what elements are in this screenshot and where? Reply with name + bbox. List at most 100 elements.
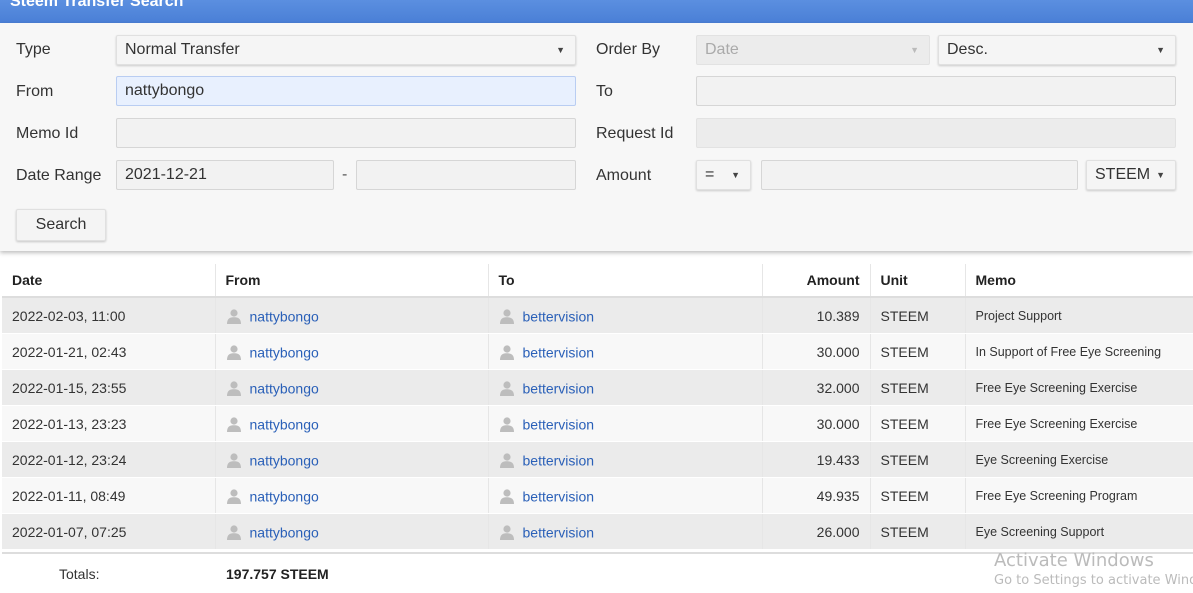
results-table: Date From To Amount Unit Memo 2022-02-03… — [2, 264, 1193, 550]
from-account-link[interactable]: nattybongo — [250, 344, 319, 360]
watermark-title: Activate Windows — [994, 550, 1154, 571]
caret-down-icon: ▼ — [1156, 170, 1165, 180]
caret-down-icon: ▼ — [910, 45, 919, 55]
cell-amount: 49.935 — [761, 477, 870, 514]
col-header-to[interactable]: To — [487, 264, 762, 298]
table-row: 2022-01-11, 08:49 nattybongo bettervision 4… — [2, 477, 1193, 514]
order-by-label: Order By — [596, 41, 661, 58]
type-select-value: Normal Transfer — [125, 41, 240, 58]
from-account-link[interactable]: nattybongo — [250, 416, 319, 432]
cell-to: bettervision — [487, 441, 762, 478]
cell-date: 2022-01-11, 08:49 — [2, 477, 215, 514]
col-header-amount[interactable]: Amount — [761, 264, 870, 298]
request-id-label: Request Id — [596, 125, 674, 142]
search-button[interactable]: Search — [16, 209, 106, 241]
unit-select[interactable]: STEEM ▼ — [1086, 160, 1176, 190]
memo-id-input[interactable] — [116, 118, 576, 148]
amount-operator-value: = — [705, 166, 715, 183]
col-header-unit[interactable]: Unit — [869, 264, 965, 298]
amount-operator-select[interactable]: = ▼ — [696, 160, 751, 190]
cell-from: nattybongo — [214, 369, 488, 406]
table-row: 2022-01-15, 23:55 nattybongo bettervision 3… — [2, 369, 1193, 406]
title-bar: Steem Transfer Search — [0, 0, 1193, 23]
col-header-memo[interactable]: Memo — [964, 264, 1193, 298]
cell-unit: STEEM — [869, 333, 965, 370]
order-by-value: Date — [705, 41, 739, 58]
order-by-select[interactable]: Date ▼ — [696, 35, 930, 65]
order-direction-select[interactable]: Desc. ▼ — [938, 35, 1176, 65]
date-to-input[interactable] — [356, 160, 576, 190]
to-label: To — [596, 83, 613, 100]
caret-down-icon: ▼ — [556, 45, 565, 55]
cell-from: nattybongo — [214, 477, 488, 514]
cell-memo: In Support of Free Eye Screening — [964, 333, 1193, 370]
cell-date: 2022-02-03, 11:00 — [2, 297, 215, 334]
amount-input[interactable] — [761, 160, 1078, 190]
person-icon — [499, 416, 515, 433]
cell-unit: STEEM — [869, 405, 965, 442]
person-icon — [499, 380, 515, 397]
cell-unit: STEEM — [869, 369, 965, 406]
table-header-row: Date From To Amount Unit Memo — [2, 264, 1193, 298]
cell-unit: STEEM — [869, 297, 965, 334]
to-account-link[interactable]: bettervision — [523, 308, 595, 324]
person-icon — [499, 452, 515, 469]
activate-windows-watermark: Activate Windows Go to Settings to activ… — [994, 550, 1193, 588]
date-range-label: Date Range — [16, 167, 102, 184]
cell-date: 2022-01-12, 23:24 — [2, 441, 215, 478]
request-id-input[interactable] — [696, 118, 1176, 148]
watermark-subtitle: Go to Settings to activate Windows. — [994, 573, 1193, 588]
person-icon — [226, 308, 242, 325]
cell-date: 2022-01-07, 07:25 — [2, 513, 215, 550]
type-select[interactable]: Normal Transfer ▼ — [116, 35, 576, 65]
from-account-link[interactable]: nattybongo — [250, 524, 319, 540]
person-icon — [499, 488, 515, 505]
cell-memo: Project Support — [964, 297, 1193, 334]
table-row: 2022-01-13, 23:23 nattybongo bettervision 3… — [2, 405, 1193, 442]
cell-date: 2022-01-15, 23:55 — [2, 369, 215, 406]
order-direction-value: Desc. — [947, 41, 988, 58]
cell-unit: STEEM — [869, 513, 965, 550]
totals-value: 197.757 STEEM — [226, 566, 329, 582]
cell-memo: Free Eye Screening Program — [964, 477, 1193, 514]
from-account-link[interactable]: nattybongo — [250, 452, 319, 468]
person-icon — [499, 308, 515, 325]
table-row: 2022-01-12, 23:24 nattybongo bettervision 1… — [2, 441, 1193, 478]
cell-to: bettervision — [487, 513, 762, 550]
cell-memo: Free Eye Screening Exercise — [964, 405, 1193, 442]
cell-date: 2022-01-21, 02:43 — [2, 333, 215, 370]
person-icon — [226, 488, 242, 505]
col-header-date[interactable]: Date — [2, 264, 215, 298]
person-icon — [226, 344, 242, 361]
person-icon — [226, 416, 242, 433]
to-account-link[interactable]: bettervision — [523, 344, 595, 360]
col-header-from[interactable]: From — [214, 264, 488, 298]
person-icon — [499, 344, 515, 361]
cell-to: bettervision — [487, 297, 762, 334]
cell-from: nattybongo — [214, 441, 488, 478]
cell-unit: STEEM — [869, 441, 965, 478]
cell-memo: Free Eye Screening Exercise — [964, 369, 1193, 406]
from-account-link[interactable]: nattybongo — [250, 488, 319, 504]
cell-amount: 30.000 — [761, 333, 870, 370]
cell-amount: 30.000 — [761, 405, 870, 442]
to-account-link[interactable]: bettervision — [523, 416, 595, 432]
from-account-link[interactable]: nattybongo — [250, 380, 319, 396]
to-account-link[interactable]: bettervision — [523, 380, 595, 396]
to-account-link[interactable]: bettervision — [523, 524, 595, 540]
table-row: 2022-02-03, 11:00 nattybongo bettervision 1… — [2, 297, 1193, 334]
cell-to: bettervision — [487, 369, 762, 406]
from-input[interactable]: nattybongo — [116, 76, 576, 106]
search-form: Type Normal Transfer ▼ Order By Date ▼ D… — [0, 23, 1193, 251]
to-account-link[interactable]: bettervision — [523, 488, 595, 504]
cell-memo: Eye Screening Exercise — [964, 441, 1193, 478]
cell-date: 2022-01-13, 23:23 — [2, 405, 215, 442]
to-account-link[interactable]: bettervision — [523, 452, 595, 468]
table-row: 2022-01-07, 07:25 nattybongo bettervision 2… — [2, 513, 1193, 550]
person-icon — [499, 524, 515, 541]
page-title: Steem Transfer Search — [10, 0, 184, 10]
to-input[interactable] — [696, 76, 1176, 106]
from-account-link[interactable]: nattybongo — [250, 308, 319, 324]
person-icon — [226, 524, 242, 541]
date-from-input[interactable]: 2021-12-21 — [116, 160, 334, 190]
